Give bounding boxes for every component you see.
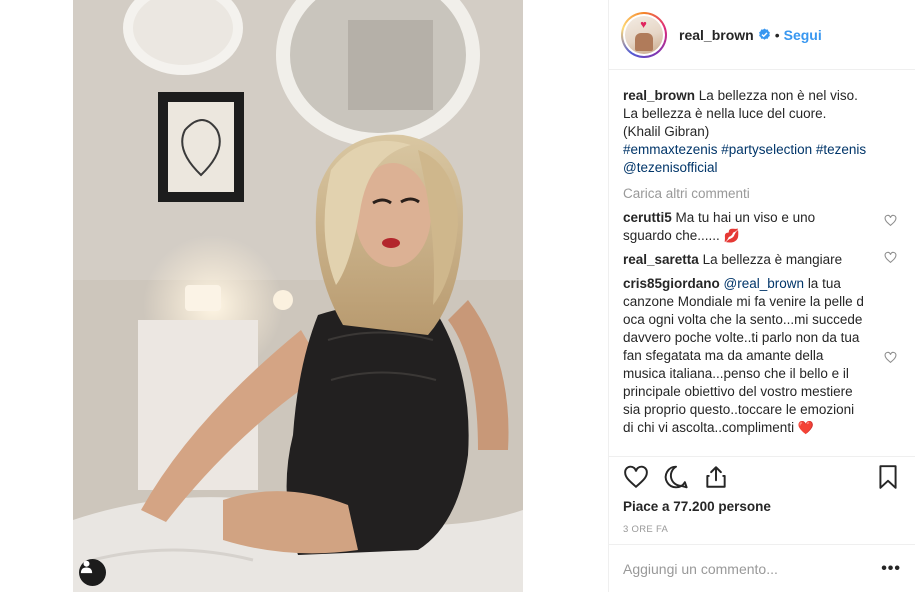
comment-item: cris85giordano @real_brown la tua canzon… xyxy=(623,275,901,437)
user-tag-icon xyxy=(80,560,93,574)
post-photo[interactable] xyxy=(73,0,523,592)
comment-item: cerutti5 Ma tu hai un viso e uno sguardo… xyxy=(623,209,901,245)
heart-icon[interactable] xyxy=(623,464,649,490)
lips-emoji: 💋 xyxy=(723,228,740,243)
caption: real_brown La bellezza non è nel viso. L… xyxy=(623,87,901,177)
bookmark-icon[interactable] xyxy=(875,464,901,490)
comment-like-heart-icon[interactable] xyxy=(884,351,897,364)
caption-line-3: (Khalil Gibran) xyxy=(623,124,710,139)
load-more-comments[interactable]: Carica altri commenti xyxy=(623,185,901,203)
comment-icon[interactable] xyxy=(663,464,689,490)
avatar: ♥ xyxy=(625,15,663,54)
post-side-panel: ♥ real_brown • Segui real_brown La belle… xyxy=(608,0,915,592)
comment-username[interactable]: cris85giordano xyxy=(623,276,720,291)
follow-button[interactable]: Segui xyxy=(784,27,822,43)
post-header: ♥ real_brown • Segui xyxy=(609,0,915,70)
post-actions: Piace a 77.200 persone 3 ORE FA xyxy=(609,456,915,544)
comment-mention[interactable]: @real_brown xyxy=(724,276,805,291)
post-timestamp: 3 ORE FA xyxy=(623,524,669,535)
photo-area xyxy=(0,0,608,592)
comment-input[interactable]: Aggiungi un commento... xyxy=(623,561,881,577)
photo-illustration xyxy=(73,0,523,592)
comments-section[interactable]: real_brown La bellezza non è nel viso. L… xyxy=(609,71,915,456)
follow-separator: • xyxy=(774,26,780,43)
caption-hashtags[interactable]: #emmaxtezenis #partyselection #tezenis xyxy=(623,142,866,157)
caption-line-1: La bellezza non è nel viso. xyxy=(698,88,858,103)
heart-emoji: ❤️ xyxy=(797,420,815,435)
more-options-button[interactable]: ••• xyxy=(881,560,901,578)
comment-username[interactable]: cerutti5 xyxy=(623,210,672,225)
verified-badge-icon xyxy=(758,28,770,40)
user-tag-button[interactable] xyxy=(79,559,106,586)
likes-count[interactable]: Piace a 77.200 persone xyxy=(623,499,901,514)
story-ring[interactable]: ♥ xyxy=(621,11,667,58)
comment-text: la tua canzone Mondiale mi fa venire la … xyxy=(623,276,864,435)
caption-line-2: La bellezza è nella luce del cuore. xyxy=(623,106,827,121)
avatar-heart-icon: ♥ xyxy=(640,18,647,31)
comment-item: real_saretta La bellezza è mangiare xyxy=(623,251,901,269)
comment-username[interactable]: real_saretta xyxy=(623,252,699,267)
comment-text: La bellezza è mangiare xyxy=(702,252,843,267)
comment-like-heart-icon[interactable] xyxy=(884,251,897,264)
comment-like-heart-icon[interactable] xyxy=(884,214,897,227)
action-icons xyxy=(623,457,901,497)
caption-username[interactable]: real_brown xyxy=(623,88,695,103)
caption-mention[interactable]: @tezenisofficial xyxy=(623,160,718,175)
header-username[interactable]: real_brown xyxy=(679,27,754,43)
share-icon[interactable] xyxy=(703,464,729,490)
add-comment-bar: Aggiungi un commento... ••• xyxy=(609,544,915,592)
